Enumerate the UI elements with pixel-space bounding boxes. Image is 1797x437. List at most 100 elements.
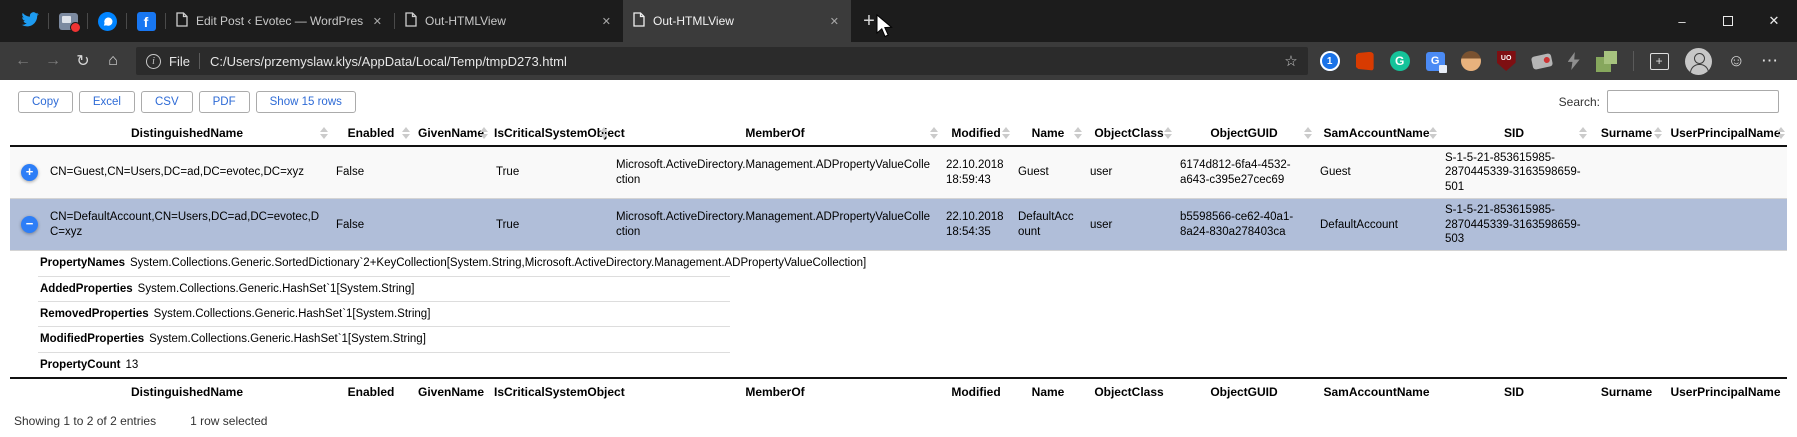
page-icon (405, 12, 417, 30)
column-header-user-principal-name[interactable]: UserPrincipalName (1664, 121, 1787, 146)
pinned-tab-facebook[interactable]: f (127, 0, 165, 42)
sessions-extension-icon[interactable] (1596, 51, 1617, 72)
sort-icon (1654, 127, 1662, 139)
property-details-list: PropertyNamesSystem.Collections.Generic.… (38, 251, 730, 377)
show-rows-button[interactable]: Show 15 rows (256, 91, 356, 113)
sort-icon (930, 127, 938, 139)
column-header-sam-account-name[interactable]: SamAccountName (1314, 121, 1439, 146)
page-content: Copy Excel CSV PDF Show 15 rows Search: … (0, 80, 1797, 437)
divider (1633, 51, 1634, 71)
refresh-button[interactable]: ↻ (68, 46, 98, 76)
table-cell (412, 199, 490, 251)
ublock-extension-icon[interactable]: UO (1497, 51, 1516, 71)
sort-icon (1579, 127, 1587, 139)
favorite-star-icon[interactable]: ☆ (1284, 52, 1297, 70)
property-value: System.Collections.Generic.HashSet`1[Sys… (154, 308, 431, 320)
translate-extension-icon[interactable]: G (1426, 52, 1445, 71)
info-icon[interactable]: i (146, 54, 161, 69)
property-name: PropertyCount (40, 359, 121, 371)
address-bar[interactable]: i File C:/Users/przemyslaw.klys/AppData/… (136, 47, 1308, 75)
close-icon[interactable]: ✕ (828, 13, 841, 30)
minimize-button[interactable]: – (1659, 0, 1705, 42)
sort-icon (1164, 127, 1172, 139)
table-cell (1664, 146, 1787, 199)
close-icon[interactable]: ✕ (371, 13, 384, 30)
table-row-defaultaccount-selected[interactable]: − CN=DefaultAccount,CN=Users,DC=ad,DC=ev… (10, 199, 1787, 251)
divider (199, 53, 200, 69)
forward-button[interactable]: → (38, 46, 68, 76)
grammarly-extension-icon[interactable]: G (1390, 51, 1410, 71)
lightning-extension-icon[interactable] (1568, 52, 1580, 70)
column-header-given-name[interactable]: GivenName (412, 121, 490, 146)
row-control-cell: + (10, 146, 44, 199)
close-icon[interactable]: ✕ (600, 13, 613, 30)
header-row: DistinguishedName Enabled GivenName IsCr… (10, 121, 1787, 146)
column-label: ObjectGUID (1210, 126, 1277, 140)
sort-icon (480, 127, 488, 139)
csv-button[interactable]: CSV (141, 91, 193, 113)
column-header-surname[interactable]: Surname (1589, 121, 1664, 146)
column-footer: DistinguishedName (44, 378, 330, 405)
column-label: UserPrincipalName (1670, 126, 1780, 140)
pinned-tab-twitter[interactable] (10, 0, 48, 42)
property-value: System.Collections.Generic.SortedDiction… (130, 257, 866, 269)
datatable-toolbar: Copy Excel CSV PDF Show 15 rows Search: (10, 88, 1787, 121)
column-header-name[interactable]: Name (1012, 121, 1084, 146)
maximize-button[interactable] (1705, 0, 1751, 42)
page-icon (176, 12, 188, 30)
tab-out-htmlview-active[interactable]: Out-HTMLView ✕ (623, 0, 851, 42)
column-label: Modified (951, 126, 1000, 140)
footer-row: DistinguishedName Enabled GivenName IsCr… (10, 378, 1787, 405)
office-extension-icon[interactable] (1356, 52, 1374, 71)
table-cell: False (330, 146, 412, 199)
property-row: PropertyNamesSystem.Collections.Generic.… (38, 251, 730, 276)
column-header-member-of[interactable]: MemberOf (610, 121, 940, 146)
collections-button[interactable]: + (1650, 53, 1669, 70)
back-button[interactable]: ← (8, 46, 38, 76)
column-footer: IsCriticalSystemObject (490, 378, 610, 405)
url-text: C:/Users/przemyslaw.klys/AppData/Local/T… (210, 54, 1284, 69)
column-footer: Surname (1589, 378, 1664, 405)
sort-icon (402, 127, 410, 139)
tab-title: Edit Post ‹ Evotec — WordPress (196, 14, 363, 28)
tab-edit-post[interactable]: Edit Post ‹ Evotec — WordPress ✕ (166, 0, 394, 42)
search-area: Search: (1559, 90, 1779, 113)
search-input[interactable] (1607, 90, 1779, 113)
column-header-object-class[interactable]: ObjectClass (1084, 121, 1174, 146)
avatar-extension-icon[interactable] (1461, 51, 1481, 71)
onepassword-extension-icon[interactable]: 1 (1320, 51, 1340, 71)
tab-out-htmlview-1[interactable]: Out-HTMLView ✕ (395, 0, 623, 42)
child-detail-row: PropertyNamesSystem.Collections.Generic.… (10, 251, 1787, 378)
table-cell: Guest (1012, 146, 1084, 199)
column-header-is-critical-system-object[interactable]: IsCriticalSystemObject (490, 121, 610, 146)
table-row-guest[interactable]: + CN=Guest,CN=Users,DC=ad,DC=evotec,DC=x… (10, 146, 1787, 199)
column-footer: Name (1012, 378, 1084, 405)
column-header-modified[interactable]: Modified (940, 121, 1012, 146)
column-header-object-guid[interactable]: ObjectGUID (1174, 121, 1314, 146)
pinned-tab-app[interactable] (49, 0, 87, 42)
home-button[interactable]: ⌂ (98, 46, 128, 76)
copy-button[interactable]: Copy (18, 91, 73, 113)
window-close-button[interactable]: ✕ (1751, 0, 1797, 42)
browser-navbar: ← → ↻ ⌂ i File C:/Users/przemyslaw.klys/… (0, 42, 1797, 80)
sort-icon (1777, 127, 1785, 139)
expand-row-button[interactable]: + (21, 164, 38, 181)
feedback-smiley-button[interactable]: ☺ (1728, 51, 1745, 71)
column-header-enabled[interactable]: Enabled (330, 121, 412, 146)
browser-titlebar: f Edit Post ‹ Evotec — WordPress ✕ Out-H… (0, 0, 1797, 42)
sort-icon (1074, 127, 1082, 139)
table-cell (412, 146, 490, 199)
pinned-tab-messenger[interactable] (88, 0, 126, 42)
camera-extension-icon[interactable] (1531, 53, 1553, 70)
settings-menu-button[interactable]: ⋯ (1761, 51, 1779, 71)
table-cell (1664, 199, 1787, 251)
column-header-sid[interactable]: SID (1439, 121, 1589, 146)
column-label: Surname (1601, 126, 1652, 140)
property-value: System.Collections.Generic.HashSet`1[Sys… (149, 333, 426, 345)
column-header-distinguished-name[interactable]: DistinguishedName (44, 121, 330, 146)
maximize-icon (1723, 16, 1733, 26)
collapse-row-button[interactable]: − (21, 216, 38, 233)
pdf-button[interactable]: PDF (199, 91, 250, 113)
excel-button[interactable]: Excel (79, 91, 135, 113)
profile-avatar-button[interactable] (1685, 48, 1712, 75)
